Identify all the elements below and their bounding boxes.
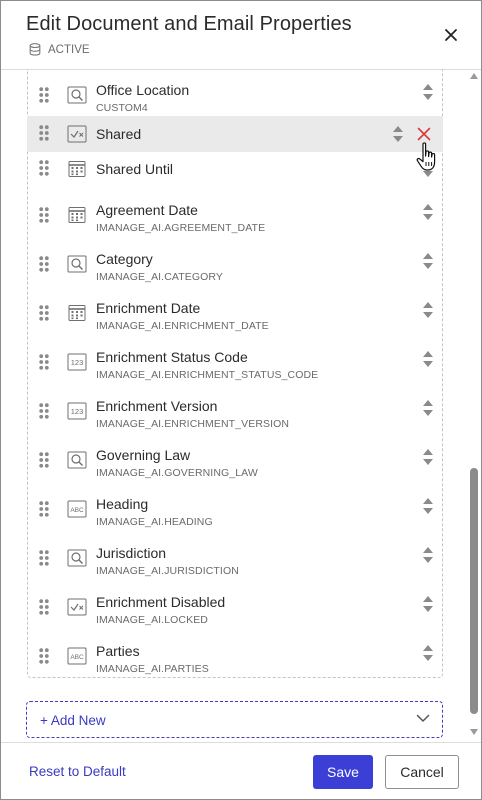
property-name: Category (96, 251, 153, 267)
drag-handle-icon[interactable] (39, 354, 49, 375)
status-indicator: ACTIVE (29, 43, 90, 56)
close-button[interactable] (441, 25, 461, 45)
add-new-label: + Add New (40, 713, 106, 728)
number-field-icon: 123 (67, 353, 87, 376)
svg-text:123: 123 (71, 358, 84, 367)
property-row[interactable]: ABC Parties IMANAGE_AI.PARTIES (27, 635, 443, 684)
sort-arrows-icon[interactable] (421, 251, 435, 276)
property-name: Enrichment Status Code (96, 349, 248, 365)
sort-arrows-icon[interactable] (421, 349, 435, 374)
property-row[interactable]: 123 Enrichment Status Code IMANAGE_AI.ENRI… (27, 341, 443, 390)
drag-handle-icon[interactable] (39, 403, 49, 424)
save-button[interactable]: Save (313, 755, 373, 789)
property-code: IMANAGE_AI.JURISDICTION (96, 565, 239, 577)
property-code: IMANAGE_AI.HEADING (96, 516, 213, 528)
property-code: IMANAGE_AI.ENRICHMENT_DATE (96, 320, 269, 332)
property-row[interactable]: 123 Enrichment Version IMANAGE_AI.ENRICHME… (27, 390, 443, 439)
add-new-dropdown[interactable]: + Add New (26, 701, 443, 738)
footer-divider (1, 742, 481, 743)
database-icon (29, 43, 41, 56)
sort-arrows-icon[interactable] (421, 447, 435, 472)
property-name: Governing Law (96, 447, 191, 463)
sort-arrows-icon[interactable] (421, 398, 435, 423)
drag-handle-icon[interactable] (39, 452, 49, 473)
sort-arrows-icon[interactable] (421, 496, 435, 521)
svg-text:ABC: ABC (70, 507, 84, 514)
property-code: IMANAGE_AI.PARTIES (96, 663, 209, 675)
dialog-header: Edit Document and Email Properties ACTIV… (1, 1, 481, 69)
drag-handle-icon[interactable] (39, 648, 49, 669)
property-name: Heading (96, 496, 149, 512)
property-row[interactable]: Governing Law IMANAGE_AI.GOVERNING_LAW (27, 439, 443, 488)
search-field-icon (67, 549, 87, 572)
reset-to-default-link[interactable]: Reset to Default (29, 764, 126, 779)
property-code: IMANAGE_AI.CATEGORY (96, 271, 223, 283)
status-text: ACTIVE (48, 43, 90, 56)
drag-handle-icon[interactable] (39, 305, 49, 326)
property-row[interactable]: Enrichment Disabled IMANAGE_AI.LOCKED (27, 586, 443, 635)
property-name: Shared (96, 126, 142, 142)
sort-arrows-icon[interactable] (391, 124, 405, 149)
property-row[interactable]: Enrichment Date IMANAGE_AI.ENRICHMENT_DAT… (27, 292, 443, 341)
search-field-icon (67, 86, 87, 109)
property-name: Enrichment Version (96, 398, 218, 414)
cancel-button[interactable]: Cancel (385, 755, 459, 789)
property-name: Enrichment Date (96, 300, 201, 316)
calendar-field-icon (67, 160, 87, 183)
sort-arrows-icon[interactable] (421, 202, 435, 227)
property-row[interactable]: Shared Until (27, 151, 443, 200)
property-code: IMANAGE_AI.AGREEMENT_DATE (96, 222, 266, 234)
property-name: Parties (96, 643, 140, 659)
close-icon (445, 29, 457, 41)
text-field-icon: ABC (67, 647, 87, 670)
dialog-title: Edit Document and Email Properties (26, 13, 352, 35)
checkbox-field-icon (67, 598, 87, 621)
scroll-down-arrow-icon[interactable] (470, 729, 478, 735)
property-name: Shared Until (96, 161, 174, 177)
sort-arrows-icon[interactable] (421, 594, 435, 619)
property-code: IMANAGE_AI.ENRICHMENT_VERSION (96, 418, 290, 430)
drag-handle-icon[interactable] (39, 207, 49, 228)
property-row[interactable]: Shared (27, 116, 443, 152)
property-code: IMANAGE_AI.LOCKED (96, 614, 208, 626)
svg-text:ABC: ABC (70, 654, 84, 661)
property-code: IMANAGE_AI.ENRICHMENT_STATUS_CODE (96, 369, 319, 381)
number-field-icon: 123 (67, 402, 87, 425)
property-name: Enrichment Disabled (96, 594, 226, 610)
drag-handle-icon[interactable] (39, 160, 49, 181)
text-field-icon: ABC (67, 500, 87, 523)
property-row[interactable]: Agreement Date IMANAGE_AI.AGREEMENT_DATE (27, 194, 443, 243)
chevron-down-icon (416, 714, 430, 722)
scrollbar-thumb[interactable] (470, 468, 478, 714)
property-name: Office Location (96, 82, 190, 98)
sort-arrows-icon[interactable] (421, 300, 435, 325)
sort-arrows-icon[interactable] (421, 82, 435, 107)
drag-handle-icon[interactable] (39, 256, 49, 277)
svg-text:123: 123 (71, 407, 84, 416)
property-code: CUSTOM4 (96, 102, 148, 114)
property-row[interactable]: Jurisdiction IMANAGE_AI.JURISDICTION (27, 537, 443, 586)
property-name: Agreement Date (96, 202, 198, 218)
scroll-up-arrow-icon[interactable] (470, 73, 478, 79)
drag-handle-icon[interactable] (39, 599, 49, 620)
drag-handle-icon[interactable] (39, 125, 49, 146)
drag-handle-icon[interactable] (39, 550, 49, 571)
sort-arrows-icon[interactable] (421, 643, 435, 668)
search-field-icon (67, 255, 87, 278)
calendar-field-icon (67, 304, 87, 327)
drag-handle-icon[interactable] (39, 87, 49, 108)
property-row[interactable]: Category IMANAGE_AI.CATEGORY (27, 243, 443, 292)
drag-handle-icon[interactable] (39, 501, 49, 522)
checkbox-field-icon (67, 125, 87, 148)
sort-arrows-icon[interactable] (421, 545, 435, 570)
calendar-field-icon (67, 206, 87, 229)
search-field-icon (67, 451, 87, 474)
property-name: Jurisdiction (96, 545, 167, 561)
property-code: IMANAGE_AI.GOVERNING_LAW (96, 467, 258, 479)
property-row[interactable]: ABC Heading IMANAGE_AI.HEADING (27, 488, 443, 537)
dialog: Edit Document and Email Properties ACTIV… (0, 0, 482, 800)
hand-pointer-cursor-icon (416, 142, 436, 171)
